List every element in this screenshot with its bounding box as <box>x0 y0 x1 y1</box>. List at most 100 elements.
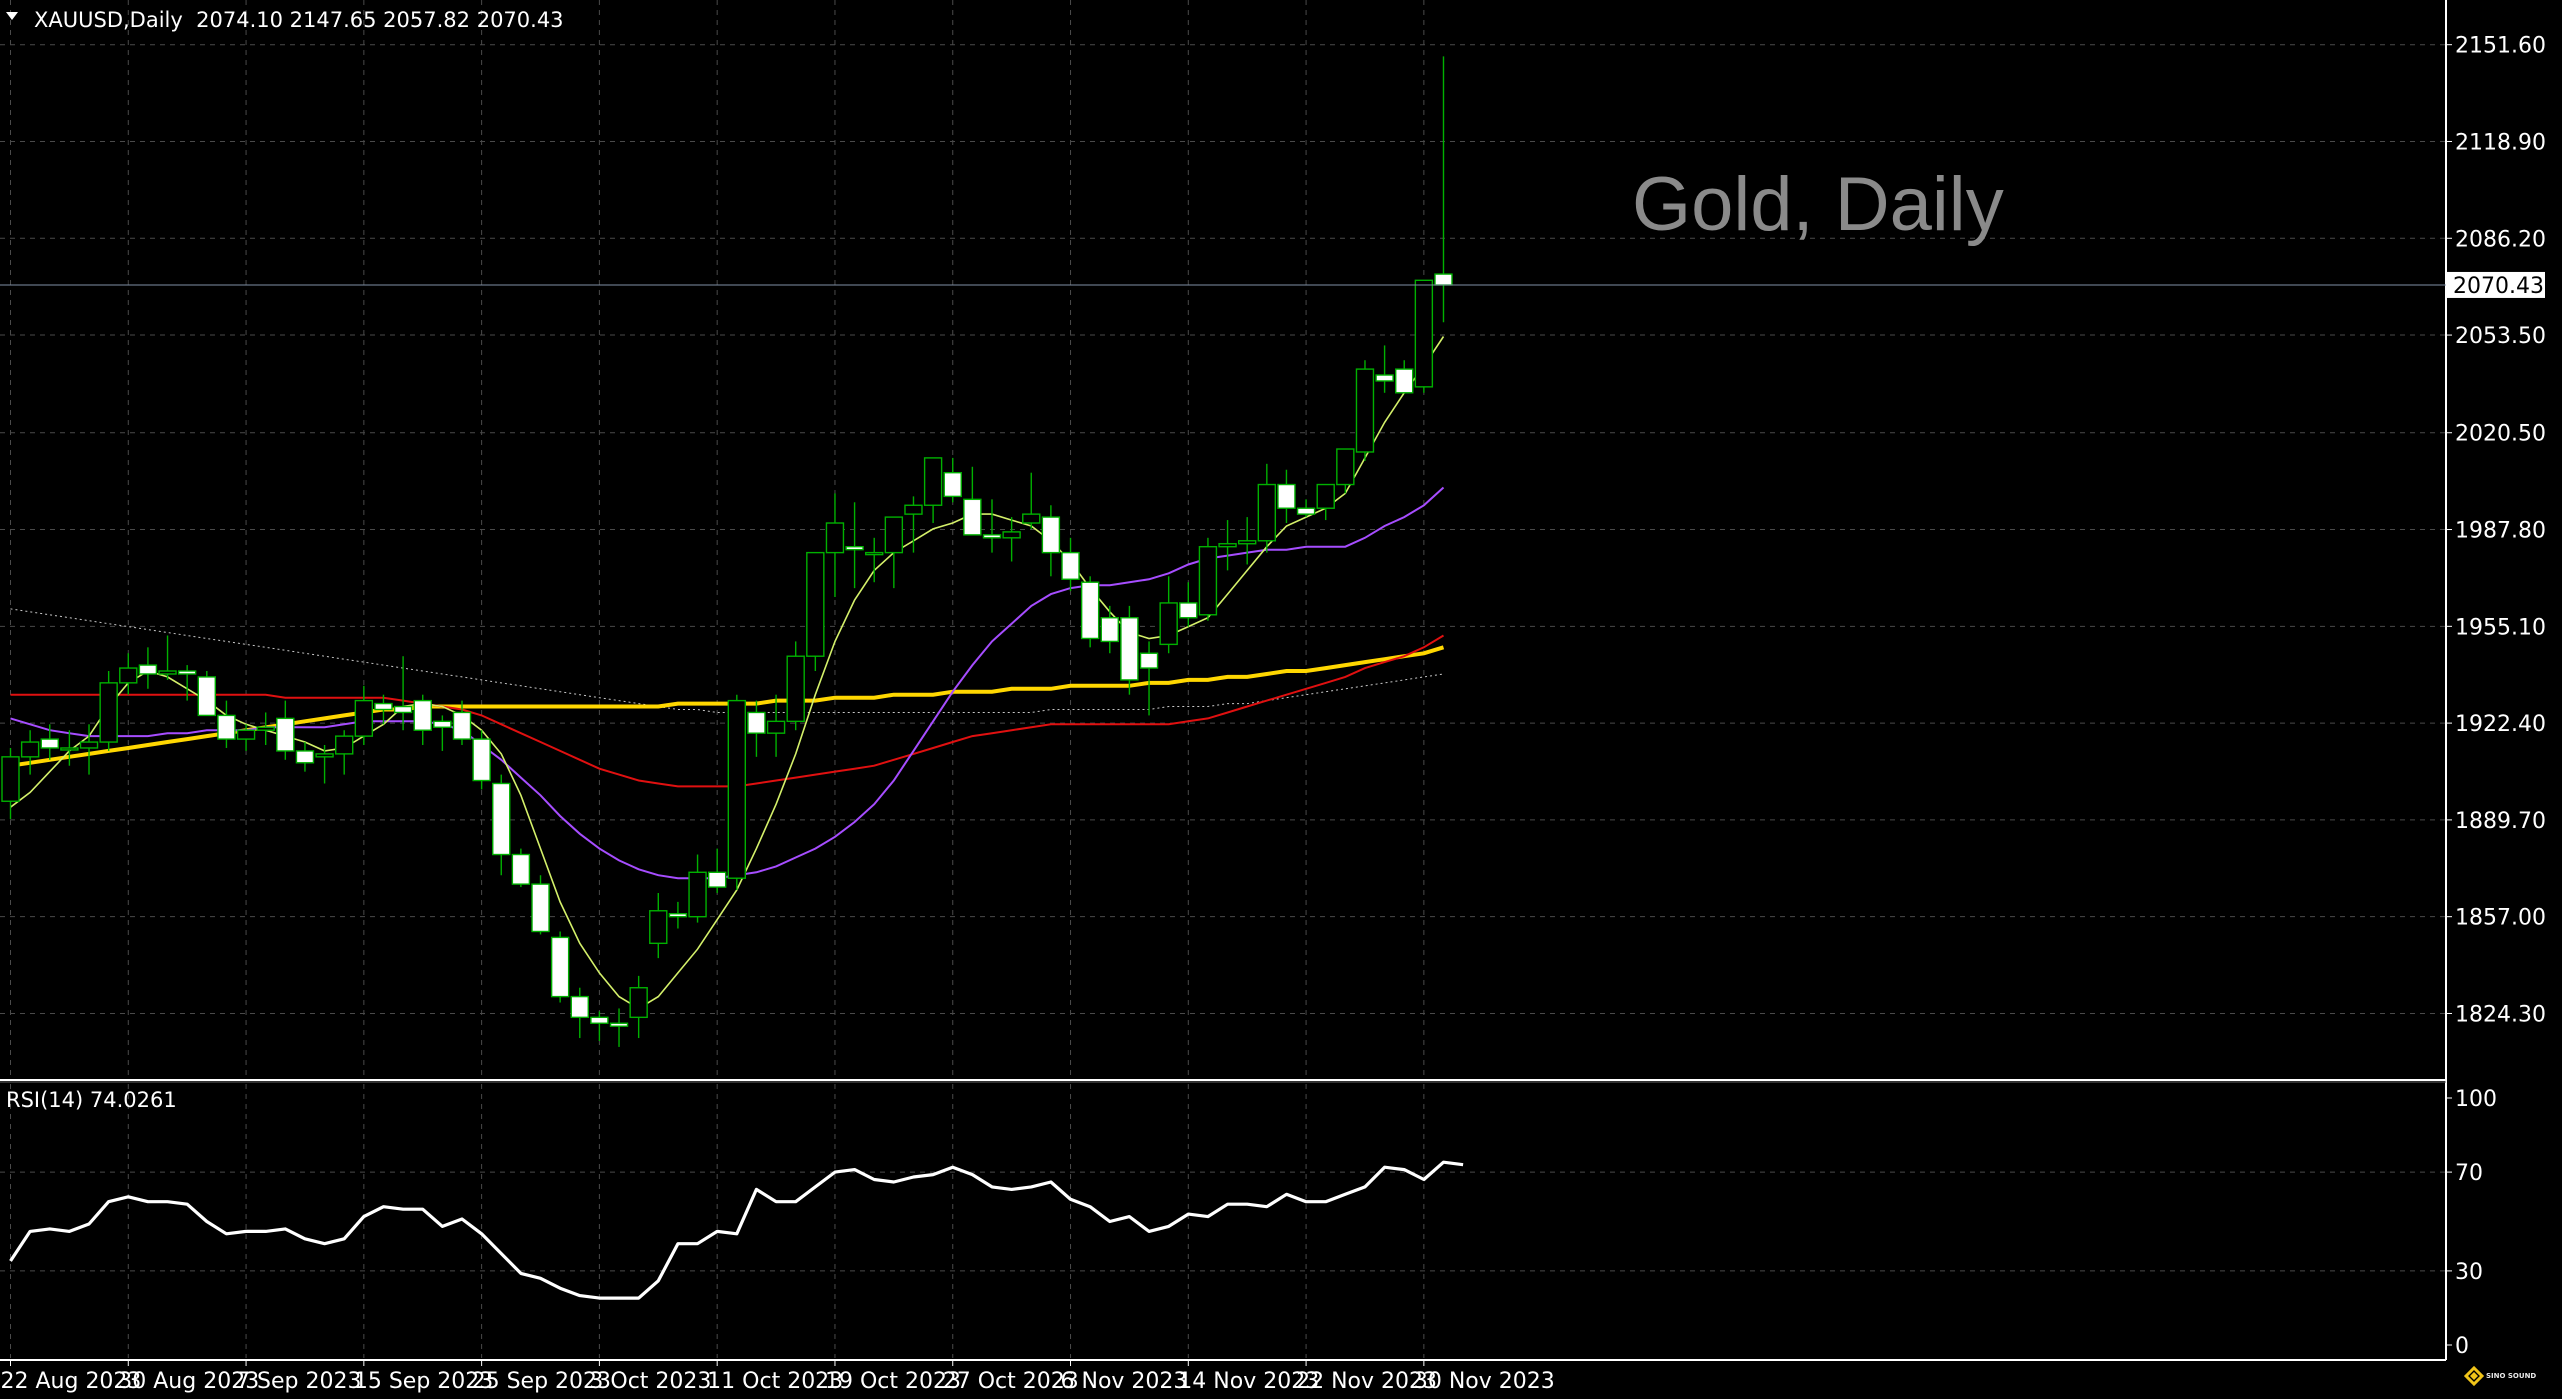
price-tick-label: 1824.30 <box>2455 1002 2546 1027</box>
candle-body-bull <box>79 741 99 749</box>
candle-body-bear <box>550 936 570 998</box>
candle-body-bull <box>256 726 275 731</box>
candle-body-bear <box>982 534 1002 539</box>
chart-background <box>0 0 2562 1399</box>
candle-body-bear <box>1375 374 1394 382</box>
candle-body-bull <box>1002 531 1021 539</box>
time-tick-label: 19 Oct 2023 <box>825 1369 961 1394</box>
candle-body-bull <box>236 729 256 740</box>
candle-body-bull <box>786 655 805 723</box>
candle-body-bear <box>1139 652 1159 669</box>
candle <box>1080 576 1100 648</box>
candle <box>99 671 118 751</box>
candle-body-bull <box>727 699 747 879</box>
price-tick-label: 2086.20 <box>2455 227 2546 252</box>
candle-body-bear <box>492 782 511 856</box>
candle-body-bear <box>393 705 413 714</box>
candle-body-bull <box>1 756 20 802</box>
candle-body-bear <box>609 1022 629 1027</box>
candle-body-bull <box>649 910 668 945</box>
candle-body-bull <box>1218 543 1237 548</box>
candle-body-bull <box>1198 545 1218 616</box>
candle-body-bear <box>433 720 452 728</box>
chart-watermark: Gold, Daily <box>1632 162 2004 247</box>
candle-body-bear <box>197 676 217 717</box>
candle-body-bull <box>629 987 648 1019</box>
time-tick-label: 6 Nov 2023 <box>1061 1369 1188 1394</box>
candle <box>1414 279 1434 393</box>
candle <box>1198 537 1218 621</box>
price-tick-label: 2151.60 <box>2455 34 2546 59</box>
candle-body-bull <box>766 720 786 734</box>
candle-body-bull <box>99 682 118 743</box>
price-tick-label: 2118.90 <box>2455 130 2546 155</box>
candle <box>511 848 531 888</box>
candle-body-bull <box>806 551 825 657</box>
candle-body-bull <box>335 735 354 755</box>
rsi-tick-label: 30 <box>2455 1260 2483 1285</box>
candle <box>197 671 217 717</box>
candle-body-bear <box>1061 551 1080 580</box>
candle-body-bear <box>1434 273 1453 286</box>
brand-text: SINO SOUND <box>2486 1372 2536 1380</box>
candle-body-bull <box>904 504 923 515</box>
candle-body-bear <box>1041 516 1061 554</box>
rsi-tick-label: 100 <box>2455 1087 2497 1112</box>
candle-body-bull <box>825 522 845 554</box>
current-price-label: 2070.43 <box>2453 274 2544 299</box>
time-tick-label: 7 Sep 2023 <box>236 1369 361 1394</box>
price-tick-label: 1857.00 <box>2455 906 2546 931</box>
candle <box>727 694 747 891</box>
time-tick-label: 30 Nov 2023 <box>1414 1369 1555 1394</box>
candle-body-bear <box>40 738 59 749</box>
candle-body-bear <box>1395 368 1414 394</box>
candle-body-bear <box>374 702 393 711</box>
candle-body-bull <box>20 741 40 758</box>
candle-body-bull <box>1257 483 1277 542</box>
candle-body-bear <box>276 717 295 752</box>
candle-body-bear <box>943 471 962 498</box>
candle-body-bear <box>413 699 432 731</box>
candle-body-bull <box>1237 540 1257 545</box>
candle-body-bull <box>1159 602 1178 646</box>
candle-body-bull <box>119 667 138 684</box>
candle-body-bear <box>217 714 236 740</box>
candle-body-bull <box>865 551 884 556</box>
candle-body-bear <box>1277 483 1296 509</box>
candle-body-bear <box>177 670 197 675</box>
rsi-tick-label: 0 <box>2455 1334 2469 1359</box>
candle-body-bear <box>1179 602 1198 619</box>
candle-body-bear <box>295 750 315 764</box>
candle-body-bull <box>1355 368 1375 453</box>
candle <box>531 875 550 935</box>
candle-body-bear <box>845 545 864 551</box>
candle-body-bear <box>707 871 727 888</box>
candle-body-bull <box>688 871 707 918</box>
candle-body-bear <box>668 913 688 918</box>
candle-body-bull <box>1316 483 1335 509</box>
time-tick-label: 27 Oct 2023 <box>943 1369 1079 1394</box>
candle-body-bull <box>60 747 79 751</box>
candle-body-bull <box>923 457 943 506</box>
candle <box>472 730 491 790</box>
price-tick-label: 1987.80 <box>2455 519 2546 544</box>
candle-body-bear <box>747 711 766 734</box>
candle-body-bear <box>138 664 158 675</box>
candle-body-bear <box>590 1016 609 1024</box>
price-tick-label: 2053.50 <box>2455 324 2546 349</box>
candle-body-bull <box>158 670 177 675</box>
candle <box>806 551 825 672</box>
price-tick-label: 1922.40 <box>2455 712 2546 737</box>
candle <box>1355 360 1375 461</box>
candle-body-bear <box>531 883 550 933</box>
rsi-label: RSI(14) 74.0261 <box>6 1088 177 1112</box>
candle-body-bear <box>963 498 982 536</box>
candle <box>550 931 570 1003</box>
candle-body-bear <box>1296 507 1316 515</box>
candle-body-bull <box>884 516 904 554</box>
trading-chart[interactable]: Gold, Daily 2151.60 2118.90 2086.20 2053.50… <box>0 0 2562 1399</box>
candle-body-bull <box>354 699 374 737</box>
symbol-info: XAUUSD,Daily 2074.10 2147.65 2057.82 207… <box>34 8 564 32</box>
candle-body-bear <box>452 711 472 740</box>
candle-body-bear <box>1080 581 1100 640</box>
